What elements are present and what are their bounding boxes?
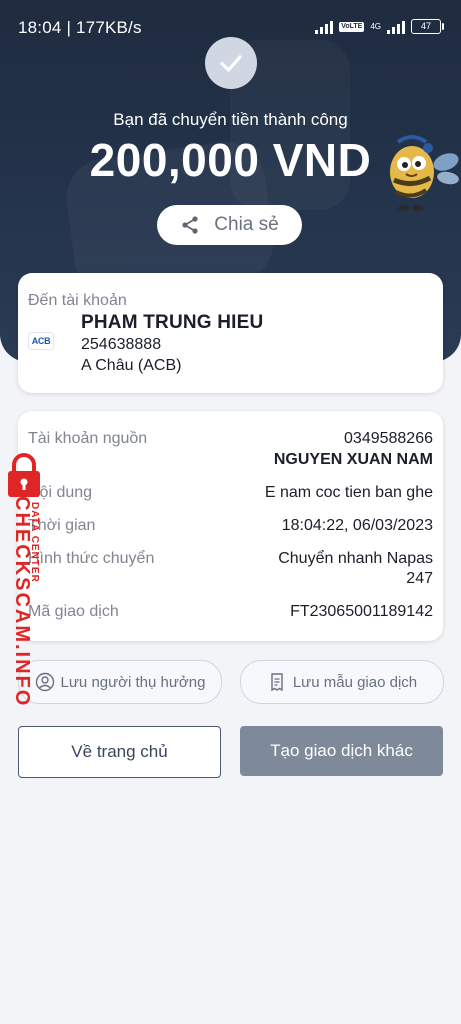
- signal-icon: [387, 20, 405, 34]
- lock-icon: [2, 453, 46, 499]
- recipient-account: 254638888: [81, 336, 162, 353]
- recipient-name: PHAM TRUNG HIEU: [81, 312, 264, 333]
- save-beneficiary-button[interactable]: Lưu người thụ hưởng: [18, 660, 222, 704]
- home-button[interactable]: Về trang chủ: [18, 726, 221, 778]
- signal-icon: [315, 20, 334, 34]
- source-account-name: NGUYEN XUAN NAM: [273, 451, 433, 468]
- share-icon: [182, 216, 198, 234]
- transaction-details-card: Tài khoản nguồn 0349588266 NGUYEN XUAN N…: [18, 411, 443, 641]
- source-account-number: 0349588266: [344, 430, 433, 447]
- receipt-icon: [271, 673, 283, 692]
- watermark-subtext: DATA CENTER: [29, 502, 40, 583]
- new-transaction-button[interactable]: Tạo giao dịch khác: [240, 726, 443, 776]
- share-label: Chia sẻ: [214, 214, 279, 235]
- transfer-method-label: Hình thức chuyển: [28, 550, 155, 567]
- success-check-icon: [205, 37, 257, 89]
- transfer-method-value-line2: 247: [406, 570, 433, 587]
- recipient-card: Đến tài khoản ACB PHAM TRUNG HIEU 254638…: [18, 273, 443, 393]
- source-account-label: Tài khoản nguồn: [28, 430, 148, 447]
- volte-tag: VoLTE: [339, 21, 365, 32]
- acb-bank-logo-icon: ACB: [27, 329, 55, 353]
- bee-mascot-icon: [384, 134, 460, 214]
- recipient-label: Đến tài khoản: [28, 292, 127, 309]
- transfer-method-value: Chuyển nhanh Napas: [278, 550, 433, 567]
- network-tag: 4G: [370, 21, 381, 31]
- save-beneficiary-label: Lưu người thụ hưởng: [60, 673, 206, 691]
- share-button[interactable]: Chia sẻ: [157, 205, 302, 245]
- time-value: 18:04:22, 06/03/2023: [281, 517, 433, 534]
- success-message: Bạn đã chuyển tiền thành công: [113, 110, 348, 129]
- save-template-label: Lưu mẫu giao dịch: [292, 673, 418, 691]
- transaction-id-label: Mã giao dịch: [28, 603, 119, 620]
- save-template-button[interactable]: Lưu mẫu giao dịch: [240, 660, 444, 704]
- transaction-id-value: FT23065001189142: [290, 603, 433, 620]
- user-icon: [35, 672, 54, 692]
- recipient-bank: A Châu (ACB): [81, 357, 182, 374]
- status-icons: VoLTE 4G 47: [315, 19, 444, 34]
- content-value: E nam coc tien ban ghe: [264, 484, 433, 501]
- status-time: 18:04 | 177KB/s: [18, 18, 142, 37]
- battery-icon: 47: [411, 19, 444, 34]
